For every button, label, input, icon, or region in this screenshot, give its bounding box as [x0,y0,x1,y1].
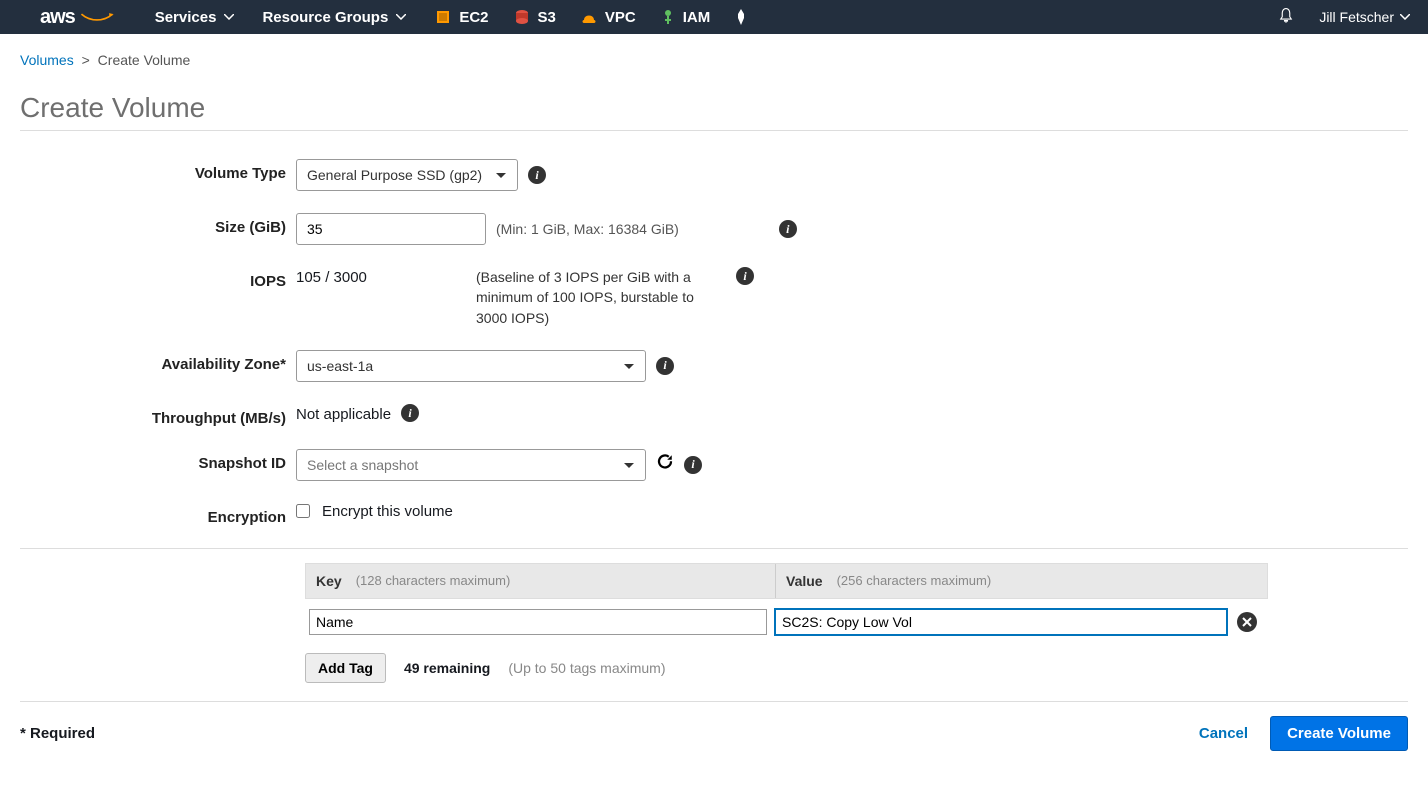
nav-resource-groups-label: Resource Groups [262,9,388,26]
throughput-value: Not applicable [296,404,391,423]
volume-type-select[interactable]: General Purpose SSD (gp2) [296,159,518,191]
breadcrumb-volumes-link[interactable]: Volumes [20,52,74,68]
page-footer: * Required Cancel Create Volume [0,702,1428,771]
label-iops: IOPS [20,267,296,290]
shortcut-vpc[interactable]: VPC [580,8,636,26]
breadcrumb-current: Create Volume [98,52,191,68]
divider [20,548,1408,549]
availability-zone-select[interactable]: us-east-1a [296,350,646,382]
breadcrumb-separator: > [82,52,90,68]
page-title: Create Volume [20,92,1408,131]
s3-icon [513,8,531,26]
size-hint: (Min: 1 GiB, Max: 16384 GiB) [496,221,679,237]
tags-section: Key (128 characters maximum) Value (256 … [305,563,1268,683]
refresh-icon[interactable] [656,453,674,476]
cancel-button[interactable]: Cancel [1199,725,1248,742]
tags-max-hint: (Up to 50 tags maximum) [508,660,665,676]
nav-resource-groups[interactable]: Resource Groups [262,9,406,26]
remove-tag-button[interactable] [1237,612,1257,632]
pin-shortcuts[interactable] [734,9,755,25]
aws-logo[interactable]: aws [40,6,115,29]
create-volume-form: Volume Type General Purpose SSD (gp2) i … [20,159,1408,702]
volume-type-value: General Purpose SSD (gp2) [307,167,482,183]
shortcut-vpc-label: VPC [605,9,636,26]
user-name: Jill Fetscher [1319,9,1394,25]
info-icon[interactable]: i [736,267,754,285]
encryption-checkbox-label: Encrypt this volume [322,503,453,520]
shortcut-ec2-label: EC2 [459,9,488,26]
add-tag-button[interactable]: Add Tag [305,653,386,683]
snapshot-select[interactable]: Select a snapshot [296,449,646,481]
user-menu[interactable]: Jill Fetscher [1319,9,1410,25]
info-icon[interactable]: i [779,220,797,238]
availability-zone-value: us-east-1a [307,358,373,374]
size-input-wrapper [296,213,486,245]
encryption-checkbox[interactable] [296,504,310,518]
tags-header-value-hint: (256 characters maximum) [837,573,992,588]
label-encryption: Encryption [20,503,296,526]
tag-key-input[interactable] [309,609,767,635]
aws-smile-icon [79,13,115,23]
caret-down-icon [224,14,234,20]
tag-value-input[interactable] [775,609,1227,635]
breadcrumb: Volumes > Create Volume [20,52,1408,68]
tags-header-value: Value [786,573,823,589]
info-icon[interactable]: i [656,357,674,375]
iops-value: 105 / 3000 [296,267,466,286]
caret-down-icon [623,457,635,473]
ec2-icon [434,8,452,26]
info-icon[interactable]: i [401,404,419,422]
create-volume-button[interactable]: Create Volume [1270,716,1408,751]
top-nav: aws Services Resource Groups EC2 S3 [0,0,1428,34]
shortcut-s3-label: S3 [538,9,556,26]
caret-down-icon [495,167,507,183]
iops-hint: (Baseline of 3 IOPS per GiB with a minim… [476,267,696,328]
shortcut-iam-label: IAM [683,9,711,26]
tags-header-key: Key [316,573,342,589]
iam-icon [660,8,676,26]
tags-remaining: 49 remaining [404,660,490,676]
label-az: Availability Zone* [20,350,296,373]
tags-header-row: Key (128 characters maximum) Value (256 … [305,563,1268,599]
caret-down-icon [1400,14,1410,20]
info-icon[interactable]: i [684,456,702,474]
tags-header-key-hint: (128 characters maximum) [356,573,511,588]
tag-row [305,599,1268,639]
caret-down-icon [396,14,406,20]
label-volume-type: Volume Type [20,159,296,182]
pin-icon [734,9,748,25]
label-snapshot: Snapshot ID [20,449,296,472]
shortcut-s3[interactable]: S3 [513,8,556,26]
nav-services[interactable]: Services [155,9,235,26]
caret-down-icon [623,358,635,374]
label-throughput: Throughput (MB/s) [20,404,296,427]
info-icon[interactable]: i [528,166,546,184]
shortcut-ec2[interactable]: EC2 [434,8,488,26]
size-input[interactable] [307,214,475,244]
shortcut-iam[interactable]: IAM [660,8,711,26]
notifications-icon[interactable] [1277,7,1295,28]
required-note: * Required [20,725,95,742]
label-size: Size (GiB) [20,213,296,236]
vpc-icon [580,8,598,26]
snapshot-placeholder: Select a snapshot [307,457,418,473]
aws-logo-text: aws [40,6,75,28]
nav-services-label: Services [155,9,217,26]
